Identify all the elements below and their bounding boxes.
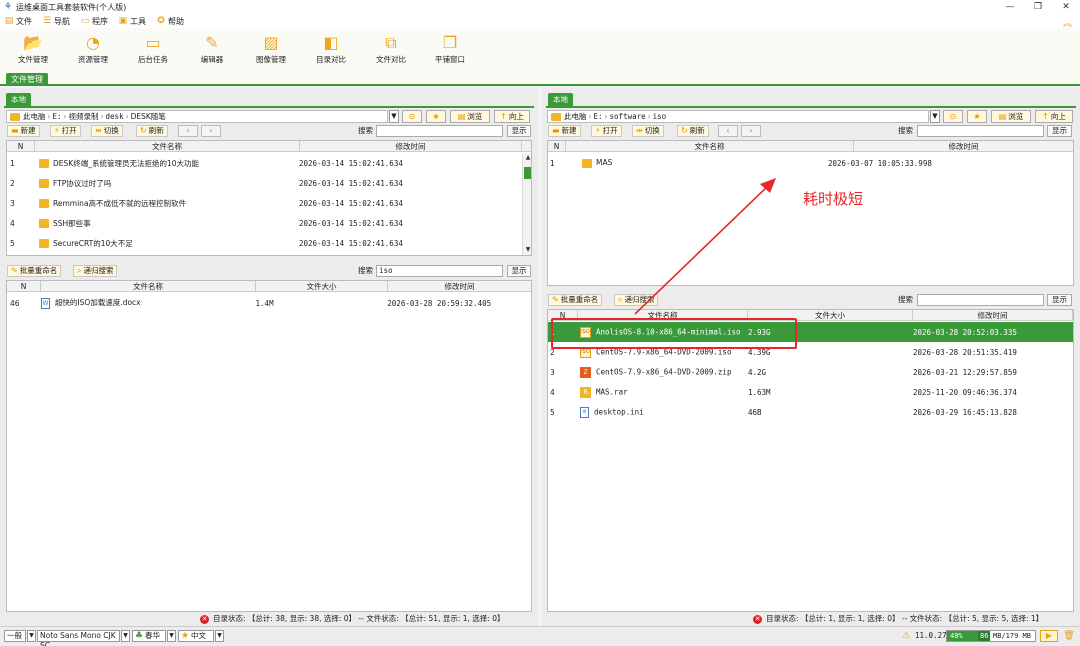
annotation-overlay [634, 178, 776, 315]
annotation-highlight-box [551, 318, 797, 349]
star-icon: ★ [181, 631, 190, 641]
trash-icon[interactable]: 🗑 [1062, 630, 1076, 642]
chevron-down-icon[interactable]: ▼ [215, 630, 224, 642]
annotation-arrow-line [634, 183, 771, 315]
chevron-down-icon[interactable]: ▼ [27, 630, 36, 642]
chevron-down-icon[interactable]: ▼ [167, 630, 176, 642]
bottom-bar: 一般 ▼ Noto Sans Mono CJK SC ▼ 春华 ♣ ▼ 中文 ★… [0, 626, 1080, 646]
memory-bar: 48% 86 MB/179 MB [946, 630, 1036, 642]
mode-select[interactable]: 一般 [4, 630, 26, 642]
leaf-icon: ♣ [135, 631, 144, 641]
play-icon[interactable]: ▶ [1040, 630, 1058, 642]
version-label: 11.0.27 [915, 631, 947, 640]
warning-icon: ⚠ [902, 631, 911, 641]
chevron-down-icon[interactable]: ▼ [121, 630, 130, 642]
font-select[interactable]: Noto Sans Mono CJK SC [37, 630, 120, 646]
annotation-text: 耗时极短 [803, 190, 864, 208]
